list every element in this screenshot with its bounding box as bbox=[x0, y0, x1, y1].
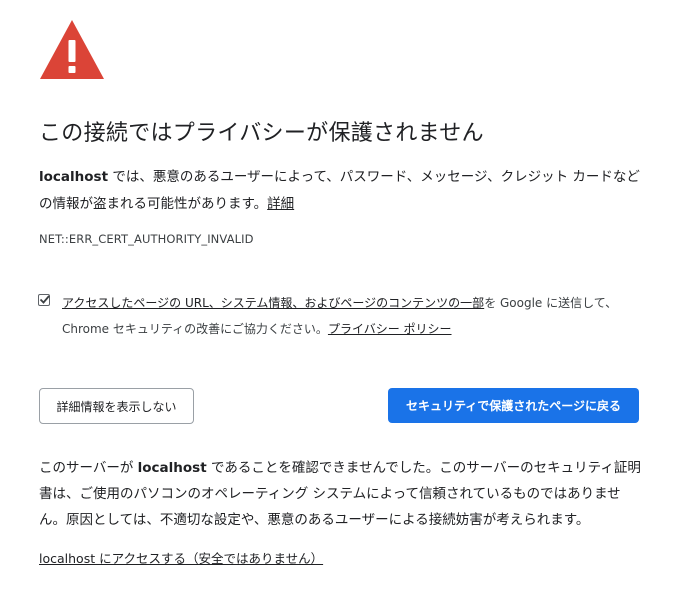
checkmark-icon bbox=[39, 295, 50, 304]
optin-data-link[interactable]: アクセスしたページの URL、システム情報、およびページのコンテンツの一部 bbox=[62, 296, 484, 310]
privacy-policy-link[interactable]: プライバシー ポリシー bbox=[328, 322, 452, 336]
optin-text: アクセスしたページの URL、システム情報、およびページのコンテンツの一部を G… bbox=[62, 290, 652, 342]
back-to-safety-button[interactable]: セキュリティで保護されたページに戻る bbox=[388, 388, 639, 423]
page-title: この接続ではプライバシーが保護されません bbox=[39, 121, 484, 146]
details-link[interactable]: 詳細 bbox=[267, 196, 294, 212]
hide-details-button[interactable]: 詳細情報を表示しない bbox=[39, 388, 194, 424]
main-message: localhost では、悪意のあるユーザーによって、パスワード、メッセージ、ク… bbox=[39, 164, 644, 218]
explanation-prefix: このサーバーが bbox=[39, 460, 138, 476]
proceed-unsafe-link[interactable]: localhost にアクセスする（安全ではありません） bbox=[39, 548, 323, 570]
main-message-text: では、悪意のあるユーザーによって、パスワード、メッセージ、クレジット カードなど… bbox=[39, 169, 640, 212]
explanation-host: localhost bbox=[137, 460, 207, 476]
interstitial-page: この接続ではプライバシーが保護されません localhost では、悪意のあるユ… bbox=[0, 0, 689, 601]
warning-triangle-icon bbox=[40, 20, 104, 79]
error-code: NET::ERR_CERT_AUTHORITY_INVALID bbox=[39, 232, 254, 246]
host-name: localhost bbox=[39, 169, 109, 185]
details-explanation: このサーバーが localhost であることを確認できませんでした。このサーバ… bbox=[39, 455, 644, 533]
optin-checkbox[interactable] bbox=[38, 294, 50, 306]
